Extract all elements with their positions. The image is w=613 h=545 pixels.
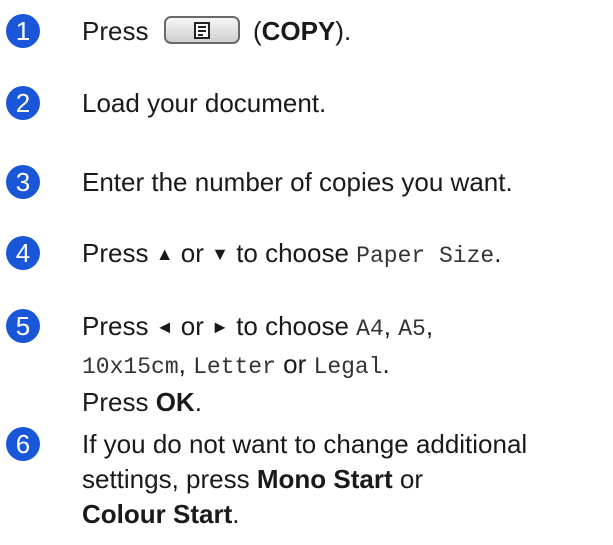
option-letter: Letter xyxy=(193,354,276,380)
menu-item-paper-size: Paper Size xyxy=(356,243,495,269)
mono-start-key-label: Mono Start xyxy=(256,464,393,494)
option-legal: Legal xyxy=(313,354,383,380)
copy-key-button[interactable] xyxy=(163,16,240,45)
step-number-badge: 5 xyxy=(6,309,40,343)
step-text: Press ▲ or ▼ to choose Paper Size. xyxy=(82,238,502,269)
option-a5: A5 xyxy=(398,316,426,342)
step-number-badge: 1 xyxy=(6,14,40,48)
right-arrow-icon: ► xyxy=(211,317,229,337)
down-arrow-icon: ▼ xyxy=(211,244,229,264)
step-number-badge: 3 xyxy=(6,165,40,199)
copy-document-icon xyxy=(193,22,210,40)
left-arrow-icon: ◄ xyxy=(155,317,174,337)
option-a4: A4 xyxy=(356,316,384,342)
step-text: If you do not want to change additional … xyxy=(82,429,528,529)
option-10x15cm: 10x15cm xyxy=(82,354,179,380)
step-text: Load your document. xyxy=(82,88,327,118)
step-number-badge: 4 xyxy=(6,236,40,270)
step-text: Enter the number of copies you want. xyxy=(82,167,513,197)
step-text: Press ◄ or ► to choose A4, A5, 10x15cm, … xyxy=(82,311,434,417)
colour-start-key-label: Colour Start xyxy=(82,499,233,529)
step-number-badge: 2 xyxy=(6,86,40,120)
ok-key-label: OK xyxy=(155,387,195,417)
step-text: Press (COPY). xyxy=(82,16,352,46)
copy-key-label: COPY xyxy=(261,16,336,46)
up-arrow-icon: ▲ xyxy=(155,244,174,264)
step-number-badge: 6 xyxy=(6,427,40,461)
